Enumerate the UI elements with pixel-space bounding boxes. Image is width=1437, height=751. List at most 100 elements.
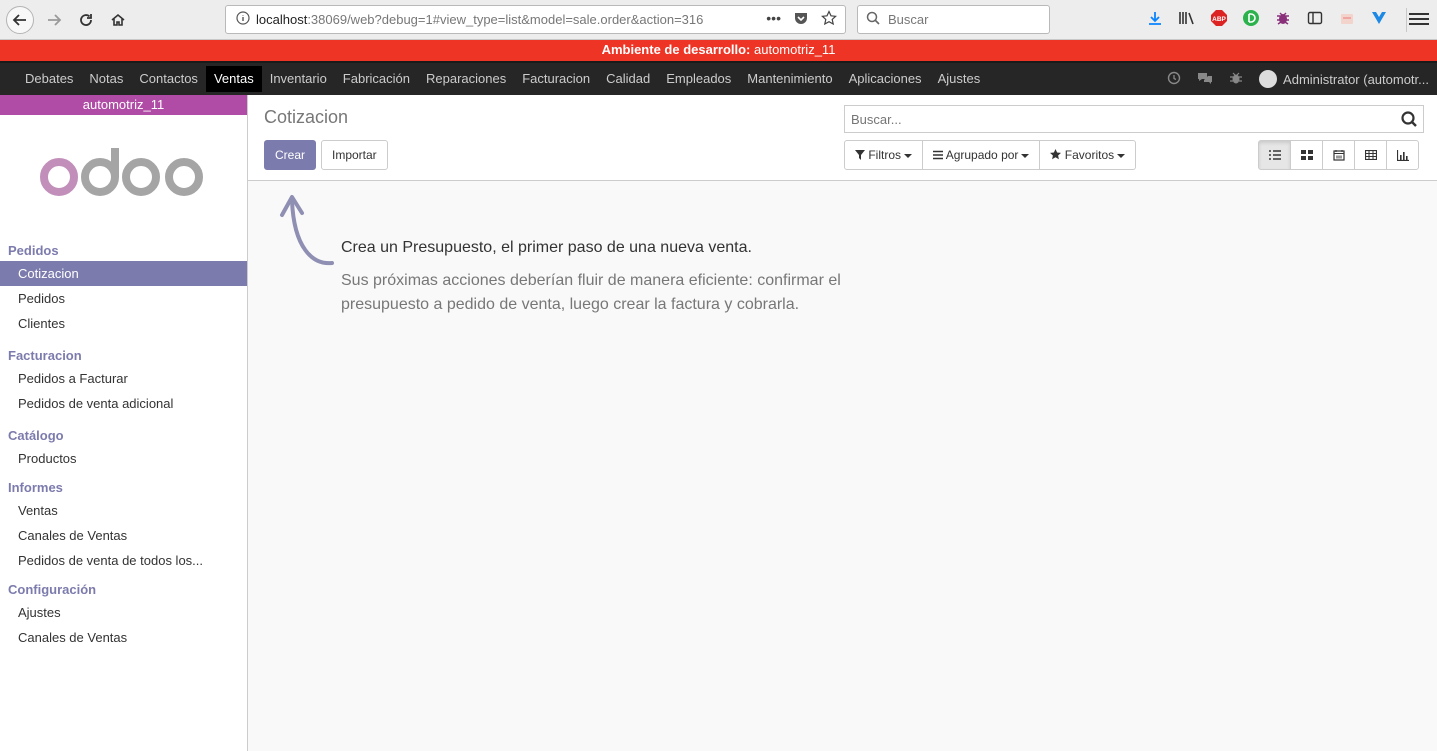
sidebar-item-config-canales-de-ventas[interactable]: Canales de Ventas bbox=[0, 625, 247, 650]
search-bar bbox=[844, 105, 1424, 133]
home-icon bbox=[111, 13, 125, 26]
pivot-view-button[interactable] bbox=[1354, 140, 1387, 170]
bar-chart-icon bbox=[1396, 149, 1409, 161]
activity-clock-icon[interactable] bbox=[1167, 71, 1181, 88]
calendar-view-button[interactable] bbox=[1322, 140, 1355, 170]
home-button[interactable] bbox=[104, 6, 132, 34]
toolbar-separator bbox=[1406, 8, 1407, 32]
pocket-icon[interactable] bbox=[793, 10, 809, 29]
back-button[interactable] bbox=[6, 6, 34, 34]
list-view-icon bbox=[1268, 150, 1281, 160]
sidebar-item-pedidos-venta-adicional[interactable]: Pedidos de venta adicional bbox=[0, 391, 247, 416]
debug-bug-icon[interactable] bbox=[1229, 71, 1243, 88]
menu-item-contactos[interactable]: Contactos bbox=[131, 66, 206, 92]
group-by-label: Agrupado por bbox=[945, 148, 1019, 162]
sidebar-item-ajustes[interactable]: Ajustes bbox=[0, 600, 247, 625]
vue-devtools-icon[interactable] bbox=[1369, 8, 1389, 28]
library-icon[interactable] bbox=[1177, 8, 1197, 28]
arrow-left-icon bbox=[12, 14, 26, 26]
menu-item-debates[interactable]: Debates bbox=[17, 66, 81, 92]
main-menu: Debates Notas Contactos Ventas Inventari… bbox=[0, 61, 1437, 95]
menu-item-ajustes[interactable]: Ajustes bbox=[930, 66, 989, 92]
menu-item-ventas[interactable]: Ventas bbox=[205, 66, 262, 92]
graph-view-button[interactable] bbox=[1386, 140, 1419, 170]
adblock-icon[interactable]: ABP bbox=[1209, 8, 1229, 28]
url-path: :38069/web?debug=1#view_type=list&model=… bbox=[307, 12, 704, 27]
filters-button[interactable]: Filtros bbox=[844, 140, 924, 170]
sidebar-item-ventas[interactable]: Ventas bbox=[0, 498, 247, 523]
menu-item-facturacion[interactable]: Facturacion bbox=[514, 66, 598, 92]
menu-item-mantenimiento[interactable]: Mantenimiento bbox=[739, 66, 840, 92]
search-input[interactable] bbox=[845, 106, 1385, 132]
create-button[interactable]: Crear bbox=[264, 140, 317, 170]
info-icon[interactable] bbox=[230, 11, 256, 28]
help-title: Crea un Presupuesto, el primer paso de u… bbox=[341, 239, 752, 256]
calendar-view-icon bbox=[1332, 150, 1345, 161]
sidebar-item-cotizacion[interactable]: Cotizacion bbox=[0, 261, 247, 286]
svg-text:ABP: ABP bbox=[1212, 16, 1226, 23]
dev-banner-db: automotriz_11 bbox=[750, 42, 836, 57]
reload-button[interactable] bbox=[72, 6, 100, 34]
sidebar-icon[interactable] bbox=[1305, 8, 1325, 28]
url-bar[interactable]: localhost:38069/web?debug=1#view_type=li… bbox=[225, 5, 846, 34]
sidebar-item-pedidos[interactable]: Pedidos bbox=[0, 286, 247, 311]
filter-icon bbox=[855, 150, 865, 160]
menu-icon[interactable] bbox=[1409, 8, 1429, 30]
database-name: automotriz_11 bbox=[0, 95, 247, 115]
menu-item-inventario[interactable]: Inventario bbox=[262, 66, 335, 92]
main-content: Cotizacion Crear Importar Filtros Agrupa… bbox=[248, 95, 1437, 751]
bookmark-star-icon[interactable] bbox=[821, 10, 837, 29]
favorites-label: Favoritos bbox=[1064, 148, 1115, 162]
sidebar-item-canales-de-ventas[interactable]: Canales de Ventas bbox=[0, 523, 247, 548]
arrow-right-icon bbox=[48, 14, 62, 26]
sidebar-section-catalogo: Catálogo bbox=[8, 428, 64, 443]
forward-button[interactable] bbox=[40, 6, 68, 34]
user-name: Administrator (automotr... bbox=[1283, 71, 1429, 87]
avatar bbox=[1259, 70, 1278, 88]
group-by-button[interactable]: Agrupado por bbox=[922, 140, 1041, 170]
sidebar-item-productos[interactable]: Productos bbox=[0, 446, 247, 471]
browser-search-input[interactable]: Buscar bbox=[857, 5, 1050, 34]
sidebar: automotriz_11 Pedidos Cotizacion Pedidos… bbox=[0, 95, 248, 751]
page-actions-icon[interactable]: ••• bbox=[766, 10, 781, 29]
odoo-logo-icon bbox=[39, 148, 203, 196]
sidebar-section-configuracion: Configuración bbox=[8, 582, 97, 597]
sidebar-item-clientes[interactable]: Clientes bbox=[0, 311, 247, 336]
menu-item-reparaciones[interactable]: Reparaciones bbox=[418, 66, 514, 92]
bug-icon[interactable] bbox=[1273, 8, 1293, 28]
control-panel: Cotizacion Crear Importar Filtros Agrupa… bbox=[248, 95, 1437, 181]
search-options: Filtros Agrupado por Favoritos bbox=[844, 140, 1137, 170]
view-switcher bbox=[1258, 140, 1419, 170]
url-host: localhost bbox=[256, 12, 308, 27]
extension-faded-icon[interactable] bbox=[1337, 8, 1357, 28]
user-menu[interactable]: Administrator (automotr... bbox=[1259, 70, 1429, 88]
favorites-button[interactable]: Favoritos bbox=[1039, 140, 1137, 170]
dev-banner-label: Ambiente de desarrollo: bbox=[601, 42, 751, 57]
kanban-view-icon bbox=[1300, 150, 1313, 160]
odoo-logo bbox=[0, 115, 247, 231]
browser-search-placeholder: Buscar bbox=[888, 12, 929, 27]
kanban-view-button[interactable] bbox=[1290, 140, 1323, 170]
reload-icon bbox=[80, 14, 92, 26]
sidebar-section-pedidos: Pedidos bbox=[8, 243, 59, 258]
browser-toolbar: localhost:38069/web?debug=1#view_type=li… bbox=[0, 0, 1437, 40]
search-icon bbox=[866, 11, 880, 28]
url-text[interactable]: localhost:38069/web?debug=1#view_type=li… bbox=[256, 12, 766, 27]
menu-item-calidad[interactable]: Calidad bbox=[598, 66, 658, 92]
menu-item-fabricacion[interactable]: Fabricación bbox=[335, 66, 418, 92]
download-icon[interactable] bbox=[1145, 8, 1165, 28]
search-icon[interactable] bbox=[1399, 109, 1419, 129]
extension-green-icon[interactable] bbox=[1241, 8, 1261, 28]
import-button[interactable]: Importar bbox=[321, 140, 388, 170]
menu-item-aplicaciones[interactable]: Aplicaciones bbox=[841, 66, 930, 92]
help-text: Sus próximas acciones deberían fluir de … bbox=[341, 272, 841, 313]
messages-icon[interactable] bbox=[1197, 71, 1213, 88]
sidebar-section-facturacion: Facturacion bbox=[8, 348, 82, 363]
menu-item-notas[interactable]: Notas bbox=[81, 66, 131, 92]
list-view-button[interactable] bbox=[1258, 140, 1291, 170]
menu-item-empleados[interactable]: Empleados bbox=[658, 66, 739, 92]
dev-environment-banner: Ambiente de desarrollo: automotriz_11 bbox=[0, 40, 1437, 61]
star-icon bbox=[1050, 149, 1062, 160]
sidebar-item-pedidos-todos[interactable]: Pedidos de venta de todos los... bbox=[0, 548, 247, 573]
sidebar-item-pedidos-a-facturar[interactable]: Pedidos a Facturar bbox=[0, 366, 247, 391]
